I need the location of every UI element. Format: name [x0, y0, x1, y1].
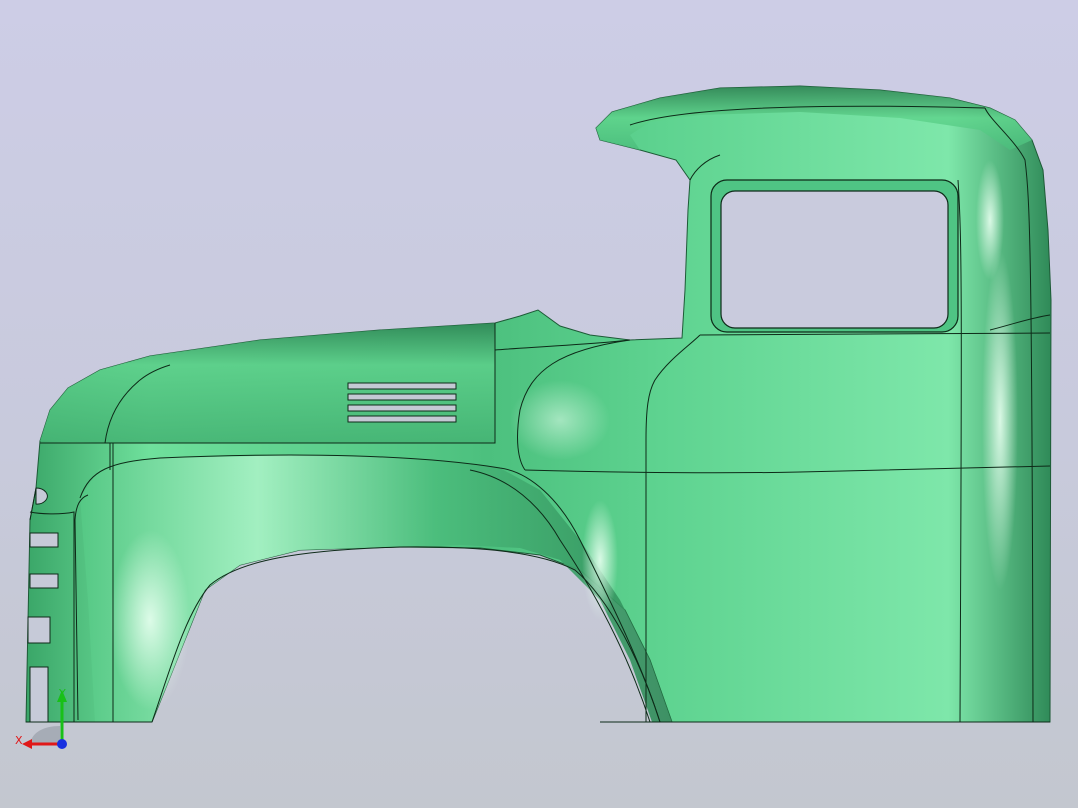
highlight-door-rear: [982, 250, 1018, 590]
axis-triad: Y X: [15, 687, 67, 749]
x-axis-label: X: [15, 734, 23, 747]
z-axis-dot-icon: [57, 739, 67, 749]
highlight-fender: [110, 530, 190, 710]
y-axis-label: Y: [58, 687, 66, 700]
highlight-pillar: [976, 160, 1004, 280]
truck-cab-model[interactable]: [0, 0, 1078, 808]
highlight-arch: [582, 500, 618, 620]
3d-viewport[interactable]: Y X: [0, 0, 1078, 808]
x-axis-arrow-icon: [22, 739, 32, 749]
highlight-cowl: [510, 380, 610, 460]
triad-base-icon: [30, 726, 60, 744]
side-window-glass: [720, 190, 949, 329]
